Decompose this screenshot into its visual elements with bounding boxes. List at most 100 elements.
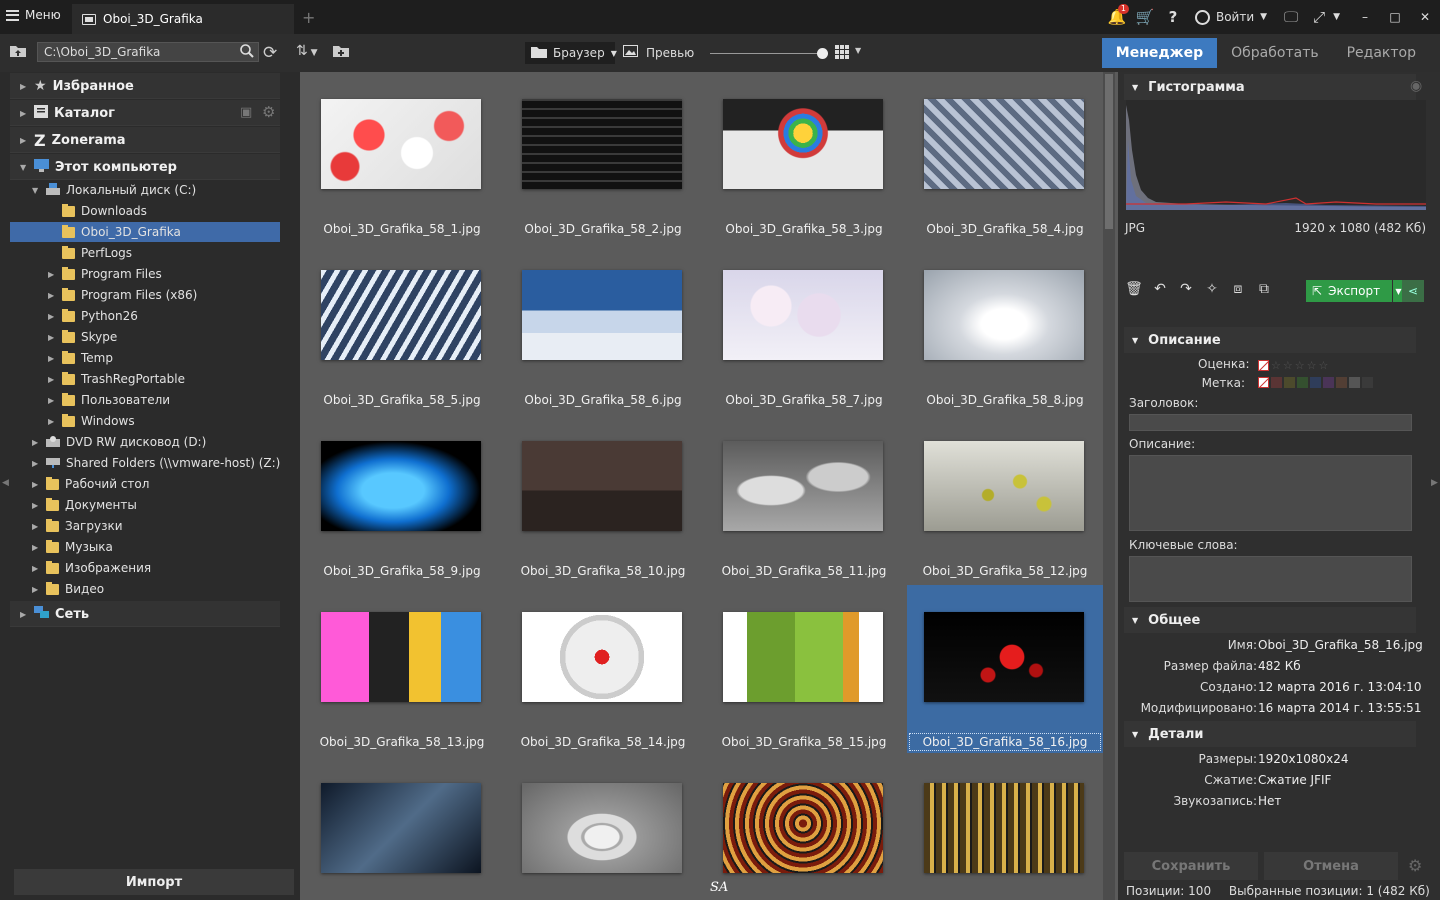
- thumbnail-item[interactable]: Oboi_3D_Grafika_58_2.jpg: [505, 72, 701, 240]
- tree-zonerama[interactable]: ▶ Z Zonerama: [20, 130, 126, 150]
- thumbnail-image[interactable]: [723, 783, 883, 873]
- no-rating-icon[interactable]: [1258, 360, 1269, 371]
- copy-icon[interactable]: ⧉: [1254, 281, 1274, 301]
- expand-icon[interactable]: ▶: [32, 438, 40, 447]
- tree-video[interactable]: ▶ Видео: [32, 579, 104, 599]
- tree-music[interactable]: ▶ Музыка: [32, 537, 113, 557]
- sort-icon[interactable]: ⇅ ▼: [296, 43, 318, 59]
- expand-icon[interactable]: ▶: [48, 291, 56, 300]
- view-mode-dropdown[interactable]: Браузер ▼: [525, 42, 617, 64]
- thumbnail-item[interactable]: Oboi_3D_Grafika_58_6.jpg: [505, 243, 701, 411]
- tree-downloads[interactable]: ▶ Загрузки: [32, 516, 123, 536]
- tab-process[interactable]: Обработать: [1217, 38, 1332, 68]
- help-icon[interactable]: ?: [1159, 8, 1187, 26]
- star-icon[interactable]: ☆: [1271, 359, 1281, 372]
- thumbnail-item[interactable]: Oboi_3D_Grafika_58_1.jpg: [304, 72, 500, 240]
- expand-icon[interactable]: ▶: [20, 82, 28, 91]
- label-dark[interactable]: [1362, 377, 1373, 388]
- thumbnail-image[interactable]: [522, 270, 682, 360]
- minimize-button[interactable]: –: [1350, 10, 1380, 24]
- thumbnail-image[interactable]: [321, 441, 481, 531]
- label-red[interactable]: [1271, 377, 1282, 388]
- rotate-left-icon[interactable]: ↶: [1150, 281, 1170, 301]
- star-icon[interactable]: ☆: [1283, 359, 1293, 372]
- tree-folder-oboi-3d-grafika[interactable]: Oboi_3D_Grafika: [10, 222, 280, 242]
- thumbnail-item[interactable]: Oboi_3D_Grafika_58_14.jpg: [505, 585, 701, 753]
- thumbnail-item[interactable]: Oboi_3D_Grafika_58_3.jpg: [706, 72, 902, 240]
- tree-folder-temp[interactable]: ▶ Temp: [48, 348, 113, 368]
- chevron-down-icon[interactable]: ▼: [855, 46, 861, 55]
- close-button[interactable]: ✕: [1410, 10, 1440, 24]
- general-header[interactable]: ▼ Общее: [1124, 607, 1416, 633]
- new-folder-icon[interactable]: [333, 44, 349, 61]
- expand-icon[interactable]: ▶: [48, 312, 56, 321]
- label-purple[interactable]: [1323, 377, 1334, 388]
- filter-icon[interactable]: ⧈: [1228, 281, 1248, 301]
- tab-editor[interactable]: Редактор: [1333, 38, 1430, 68]
- path-input[interactable]: C:\Oboi_3D_Grafika: [37, 42, 259, 62]
- preview-toggle[interactable]: Превью: [623, 45, 694, 60]
- rotate-right-icon[interactable]: ↷: [1176, 281, 1196, 301]
- vertical-scrollbar[interactable]: [1103, 72, 1115, 900]
- tree-folder-downloads[interactable]: Downloads: [48, 201, 147, 221]
- thumbnail-item[interactable]: Oboi_3D_Grafika_58_7.jpg: [706, 243, 902, 411]
- menu-button[interactable]: Меню: [6, 8, 61, 22]
- thumbnail-item[interactable]: Oboi_3D_Grafika_58_8.jpg: [907, 243, 1103, 411]
- thumbnail-item[interactable]: [304, 756, 500, 900]
- add-folder-icon[interactable]: ▣: [240, 105, 252, 120]
- thumbnail-image[interactable]: [924, 612, 1084, 702]
- color-labels[interactable]: [1258, 377, 1373, 388]
- thumbnail-image[interactable]: [924, 270, 1084, 360]
- tree-folder-perflogs[interactable]: PerfLogs: [48, 243, 132, 263]
- thumbnail-image[interactable]: [321, 612, 481, 702]
- tree-shared-folders[interactable]: ▶ Shared Folders (\\vmware-host) (Z:): [32, 453, 280, 473]
- rating-stars[interactable]: ☆ ☆ ☆ ☆ ☆: [1258, 359, 1328, 372]
- tree-folder-program-files-x86[interactable]: ▶ Program Files (x86): [48, 285, 197, 305]
- cancel-button[interactable]: Отмена: [1264, 852, 1398, 880]
- chevron-down-icon[interactable]: ▼: [1333, 12, 1340, 22]
- expand-icon[interactable]: ▶: [32, 585, 40, 594]
- thumbnail-image[interactable]: [924, 783, 1084, 873]
- slider-knob[interactable]: [817, 48, 828, 59]
- export-button[interactable]: ⇱ Экспорт: [1306, 280, 1392, 302]
- monitor-icon[interactable]: 🖵: [1277, 8, 1305, 26]
- thumbnail-image[interactable]: [723, 99, 883, 189]
- new-tab-button[interactable]: +: [302, 8, 315, 27]
- tree-folder-trashregportable[interactable]: ▶ TrashRegPortable: [48, 369, 185, 389]
- folder-up-icon[interactable]: [10, 44, 26, 61]
- tree-local-disk[interactable]: ▼ Локальный диск (C:): [32, 180, 196, 200]
- expand-icon[interactable]: ▶: [32, 459, 40, 468]
- expand-icon[interactable]: ▶: [48, 417, 56, 426]
- thumbnail-item[interactable]: Oboi_3D_Grafika_58_12.jpg: [907, 414, 1103, 582]
- tree-catalog[interactable]: ▶ Каталог: [20, 103, 115, 123]
- thumbnail-image[interactable]: [522, 612, 682, 702]
- gear-icon[interactable]: ⚙: [1408, 856, 1422, 875]
- thumbnail-image[interactable]: [522, 783, 682, 873]
- cart-icon[interactable]: 🛒: [1131, 8, 1159, 26]
- thumbnail-item[interactable]: Oboi_3D_Grafika_58_4.jpg: [907, 72, 1103, 240]
- thumbnail-item[interactable]: Oboi_3D_Grafika_58_15.jpg: [706, 585, 902, 753]
- expand-icon[interactable]: ▶: [20, 109, 28, 118]
- expand-icon[interactable]: ▶: [48, 375, 56, 384]
- thumbnail-item[interactable]: Oboi_3D_Grafika_58_10.jpg: [505, 414, 701, 582]
- thumbnail-item[interactable]: Oboi_3D_Grafika_58_13.jpg: [304, 585, 500, 753]
- expand-icon[interactable]: ▶: [32, 543, 40, 552]
- heading-field[interactable]: [1129, 414, 1412, 431]
- thumbnail-item[interactable]: Oboi_3D_Grafika_58_11.jpg: [706, 414, 902, 582]
- tree-this-pc[interactable]: ▼ Этот компьютер: [20, 157, 177, 177]
- description-header[interactable]: ▼ Описание: [1124, 327, 1416, 353]
- expand-icon[interactable]: ▶: [32, 480, 40, 489]
- share-icon[interactable]: ⋖: [1402, 280, 1424, 302]
- thumbnail-item[interactable]: Oboi_3D_Grafika_58_5.jpg: [304, 243, 500, 411]
- thumbnail-image[interactable]: [321, 99, 481, 189]
- gear-icon[interactable]: ⚙: [262, 103, 275, 121]
- tree-folder-program-files[interactable]: ▶ Program Files: [48, 264, 162, 284]
- star-icon[interactable]: ☆: [1295, 359, 1305, 372]
- expand-icon[interactable]: ▶: [32, 564, 40, 573]
- thumbnail-item[interactable]: [706, 756, 902, 900]
- collapse-right-panel-icon[interactable]: ▶: [1431, 478, 1438, 488]
- expand-icon[interactable]: ▶: [20, 610, 28, 619]
- import-button[interactable]: Импорт: [14, 869, 294, 895]
- expand-icon[interactable]: ▶: [32, 522, 40, 531]
- tree-folder-python26[interactable]: ▶ Python26: [48, 306, 138, 326]
